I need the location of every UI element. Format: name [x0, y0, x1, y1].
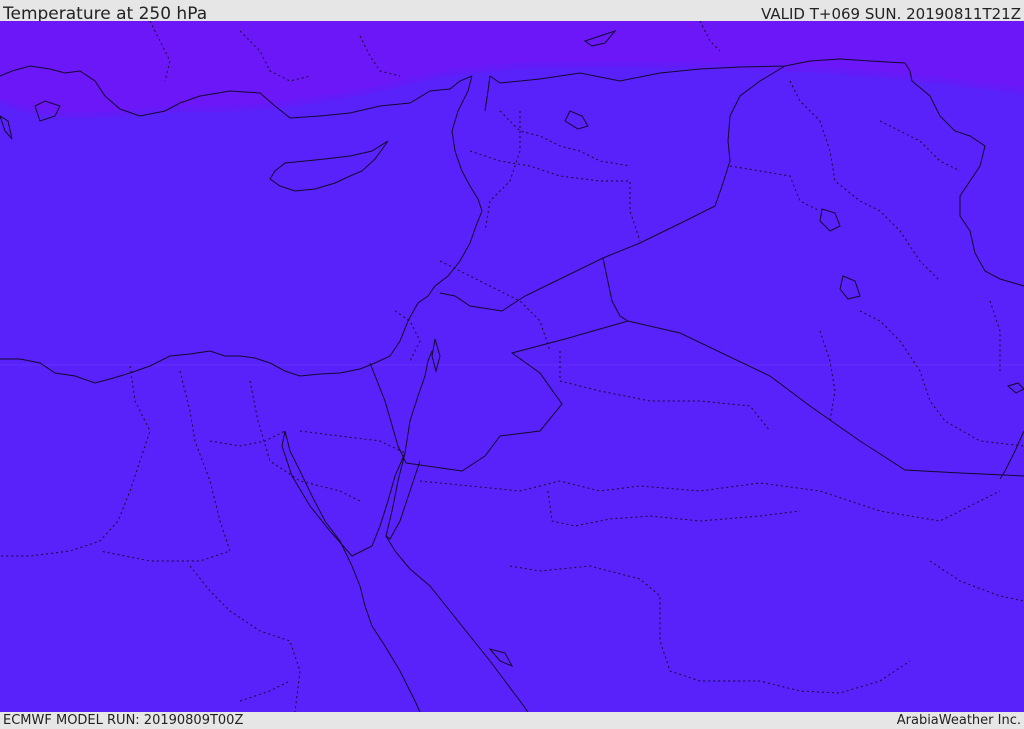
model-run-label: ECMWF MODEL RUN: 20190809T00Z — [3, 713, 244, 728]
weather-map — [0, 21, 1024, 712]
temperature-field — [0, 21, 1024, 712]
credit-label: ArabiaWeather Inc. — [896, 713, 1021, 728]
header-bar: Temperature at 250 hPa VALID T+069 SUN. … — [0, 0, 1024, 24]
footer-bar: ECMWF MODEL RUN: 20190809T00Z ArabiaWeat… — [0, 712, 1024, 729]
